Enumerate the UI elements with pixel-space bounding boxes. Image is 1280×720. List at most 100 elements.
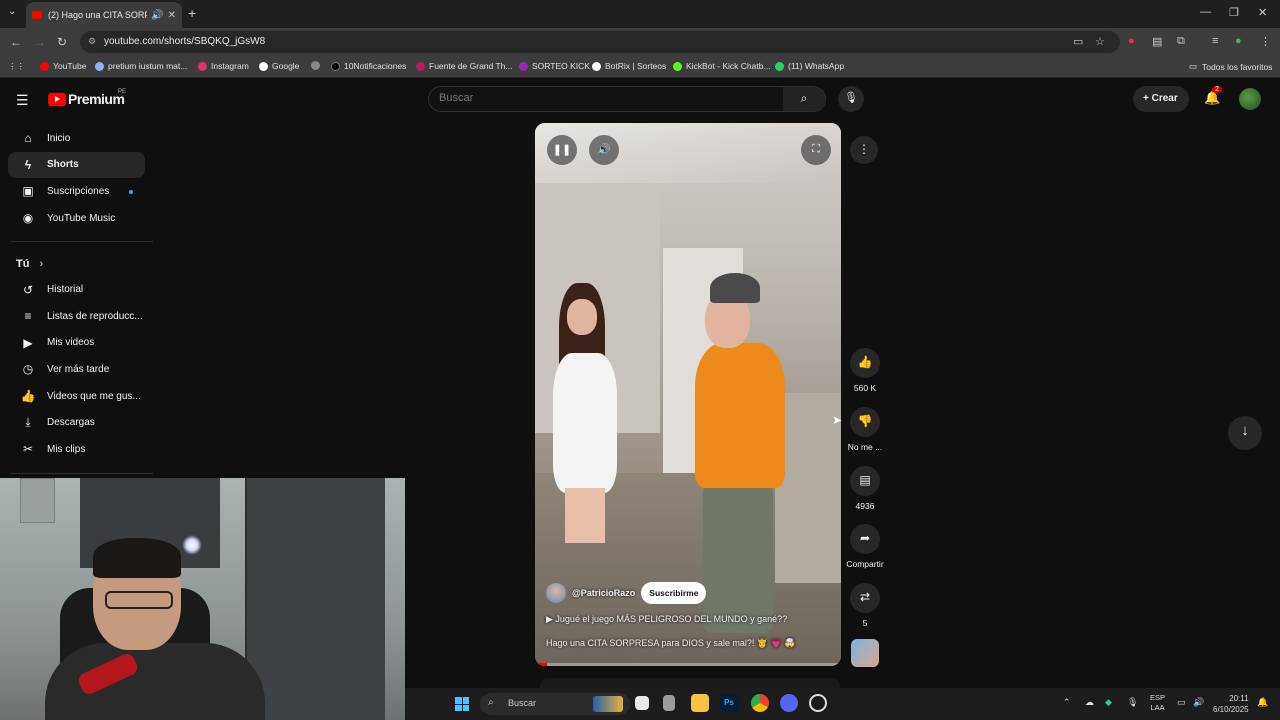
- bookmark-whatsapp[interactable]: (11) WhatsApp: [775, 61, 844, 71]
- progress-bar[interactable]: [535, 663, 841, 666]
- discord-icon[interactable]: [780, 694, 798, 712]
- you-section-header[interactable]: Tú ›: [0, 252, 155, 276]
- x-icon: [331, 61, 340, 71]
- share-label: Compartir: [846, 559, 884, 569]
- fullscreen-button[interactable]: ⛶: [801, 135, 831, 165]
- browser-menu-icon[interactable]: ⋮: [1260, 35, 1271, 48]
- sidebar-item-playlists[interactable]: ≡ Listas de reproducc...: [0, 303, 155, 330]
- sidebar-item-mis-clips[interactable]: ✂ Mis clips: [0, 436, 155, 463]
- dislike-action[interactable]: 👎 No me ...: [843, 407, 887, 452]
- sidebar-item-ver-mas-tarde[interactable]: ◷ Ver más tarde: [0, 356, 155, 383]
- thumb-down-icon: 👎: [850, 407, 880, 437]
- browser-tab-active[interactable]: (2) Hago una CITA SORPRESA 🔊 ✕: [26, 2, 182, 28]
- channel-avatar[interactable]: [546, 583, 566, 603]
- windows-start-icon[interactable]: [455, 697, 469, 711]
- audio-playing-icon[interactable]: 🔊: [151, 10, 163, 21]
- search-button[interactable]: ⌕: [783, 87, 825, 111]
- sound-thumbnail[interactable]: [851, 639, 879, 667]
- mic-tray-icon[interactable]: 🎙: [1127, 697, 1138, 708]
- sidebar-item-shorts[interactable]: ϟ Shorts: [8, 151, 145, 179]
- next-short-button[interactable]: ↓: [1228, 416, 1262, 450]
- photoshop-icon[interactable]: Ps: [720, 694, 738, 712]
- sidebar-item-mis-videos[interactable]: ▶ Mis videos: [0, 330, 155, 357]
- minimize-icon[interactable]: —: [1200, 6, 1211, 18]
- file-explorer-icon[interactable]: [691, 694, 709, 712]
- notifications-button[interactable]: 🔔 2: [1204, 86, 1222, 106]
- bookmark-unnamed[interactable]: [311, 61, 324, 70]
- subscribe-button[interactable]: Suscribirme: [641, 582, 707, 604]
- bookmark-botrix[interactable]: BotRix | Sorteos: [592, 61, 666, 71]
- onedrive-icon[interactable]: ☁: [1085, 697, 1094, 708]
- pause-icon: ❚❚: [552, 144, 572, 156]
- task-view-icon[interactable]: [635, 696, 649, 710]
- sidebar-item-historial[interactable]: ↺ Historial: [0, 276, 155, 303]
- hamburger-menu-icon[interactable]: ☰: [16, 92, 29, 109]
- bookmark-sorteo-kick[interactable]: SORTEO KICK: [519, 61, 590, 71]
- sidebar-item-youtube-music[interactable]: ◉ YouTube Music: [0, 205, 155, 232]
- account-avatar[interactable]: [1239, 88, 1261, 110]
- volume-tray-icon[interactable]: 🔊: [1193, 697, 1204, 708]
- related-video-link[interactable]: ▶ Jugué el juego MÁS PELIGROSO DEL MUNDO…: [546, 614, 787, 625]
- like-action[interactable]: 👍 560 K: [843, 348, 887, 393]
- sidebar-item-descargas[interactable]: ⤓ Descargas: [0, 409, 155, 436]
- all-bookmarks[interactable]: ▭ Todos los favoritos: [1189, 61, 1272, 72]
- profile-icon[interactable]: ●: [1235, 35, 1242, 47]
- search-input[interactable]: [439, 92, 769, 104]
- tab-search-icon[interactable]: ⌄: [8, 6, 16, 17]
- reload-icon[interactable]: ↻: [57, 35, 67, 49]
- chrome-icon[interactable]: [751, 694, 769, 712]
- bookmark-google[interactable]: Google: [259, 61, 299, 71]
- media-controls-icon[interactable]: ≡: [1212, 35, 1218, 47]
- voice-search-button[interactable]: 🎙: [838, 86, 864, 112]
- channel-name[interactable]: @PatricioRazo: [572, 588, 635, 598]
- volume-button[interactable]: 🔊: [589, 135, 619, 165]
- folder-icon: ▭: [1189, 61, 1198, 71]
- shorts-player[interactable]: ❚❚ 🔊 ⛶ @PatricioRazo Suscribirme ▶ Jugué…: [535, 123, 841, 666]
- search-icon: ⌕: [488, 697, 494, 708]
- app-icon[interactable]: [663, 695, 675, 711]
- extension-icon[interactable]: ●: [1128, 35, 1135, 47]
- sidebar-item-suscripciones[interactable]: ▣ Suscripciones: [0, 178, 155, 205]
- pause-button[interactable]: ❚❚: [547, 135, 577, 165]
- bookmark-gta[interactable]: Fuente de Grand Th...: [416, 61, 512, 71]
- new-tab-button[interactable]: +: [188, 5, 196, 21]
- my-videos-icon: ▶: [23, 335, 33, 350]
- restore-icon[interactable]: ❐: [1229, 6, 1239, 19]
- remix-action[interactable]: ⇄ 5: [843, 583, 887, 628]
- youtube-premium-logo[interactable]: Premium PE: [48, 89, 126, 107]
- sidebar-item-liked-videos[interactable]: 👍 Videos que me gus...: [0, 383, 155, 410]
- clock[interactable]: 20:11 6/10/2025: [1213, 693, 1249, 715]
- back-icon[interactable]: ←: [10, 35, 22, 49]
- address-bar[interactable]: ⚙ youtube.com/shorts/SBQKQ_jGsW8: [80, 31, 1120, 53]
- more-options-button[interactable]: ⋮: [850, 136, 878, 164]
- forward-icon[interactable]: →: [34, 35, 46, 49]
- notifications-tray-icon[interactable]: 🔔: [1257, 697, 1268, 708]
- security-icon[interactable]: ◆: [1105, 697, 1112, 708]
- bookmark-10notificaciones[interactable]: 10Notificaciones: [331, 61, 406, 71]
- youtube-bookmark-icon: [40, 61, 49, 71]
- create-button[interactable]: + Crear: [1133, 86, 1189, 112]
- share-action[interactable]: ➦ Compartir: [843, 524, 887, 569]
- tab-close-icon[interactable]: ✕: [168, 10, 176, 21]
- cast-icon[interactable]: ▭: [1073, 35, 1083, 48]
- bookmark-youtube[interactable]: YouTube: [40, 61, 86, 71]
- language-indicator[interactable]: ESP LAA: [1150, 693, 1165, 713]
- extensions-puzzle-icon[interactable]: ⧉: [1177, 35, 1185, 48]
- sidebar-item-inicio[interactable]: ⌂ Inicio: [0, 125, 155, 152]
- extension-2-icon[interactable]: ▤: [1152, 35, 1162, 48]
- news-widget-icon[interactable]: [593, 696, 623, 712]
- kickbot-icon: [673, 61, 682, 71]
- site-info-icon[interactable]: ⚙: [88, 36, 96, 47]
- app-circle-icon[interactable]: [809, 694, 827, 712]
- bookmark-star-icon[interactable]: ☆: [1095, 35, 1105, 48]
- comments-action[interactable]: ▤ 4936: [843, 466, 887, 511]
- apps-icon[interactable]: ⋮⋮: [8, 61, 25, 72]
- video-ceiling: [535, 123, 841, 183]
- tray-chevron-icon[interactable]: ⌃: [1063, 697, 1071, 708]
- download-icon: ⤓: [25, 415, 31, 430]
- bookmark-kickbot[interactable]: KickBot - Kick Chatb...: [673, 61, 771, 71]
- bookmark-instagram[interactable]: Instagram: [198, 61, 249, 71]
- bookmark-pretium[interactable]: pretium iustum mat...: [95, 61, 187, 71]
- network-icon[interactable]: ▭: [1177, 697, 1186, 708]
- close-window-icon[interactable]: ✕: [1258, 6, 1267, 19]
